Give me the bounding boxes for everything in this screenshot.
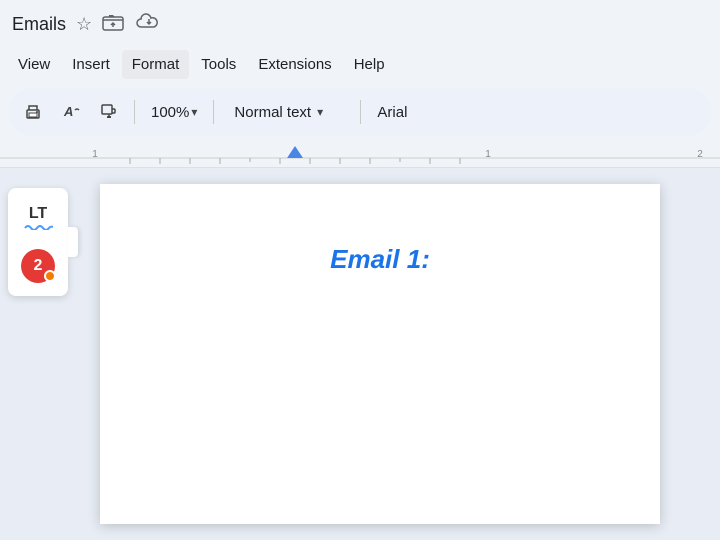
title-bar: Emails ☆	[0, 0, 720, 44]
font-name-selector[interactable]: Arial	[369, 100, 415, 125]
menu-tools[interactable]: Tools	[191, 50, 246, 79]
svg-text:1: 1	[92, 149, 98, 160]
menu-format[interactable]: Format	[122, 50, 190, 79]
document-area: LT 2 Email 1:	[0, 168, 720, 540]
print-button[interactable]	[16, 95, 50, 129]
lt-label: LT	[29, 206, 47, 222]
notification-button[interactable]: 2	[16, 244, 60, 288]
zoom-dropdown-arrow: ▾	[191, 105, 197, 119]
email-title: Email 1:	[160, 244, 600, 275]
svg-text:1: 1	[485, 149, 491, 160]
toolbar-divider-1	[134, 100, 135, 124]
menu-insert[interactable]: Insert	[62, 50, 120, 79]
sidebar-panel: LT 2	[8, 188, 68, 296]
menu-help[interactable]: Help	[344, 50, 395, 79]
toolbar-divider-3	[360, 100, 361, 124]
text-style-dropdown-arrow: ▾	[317, 105, 323, 119]
document-page[interactable]: Email 1:	[100, 184, 660, 524]
sidebar-tab[interactable]	[68, 227, 78, 257]
menu-view[interactable]: View	[8, 50, 60, 79]
spellcheck-button[interactable]: A	[54, 95, 88, 129]
toolbar: A 100% ▾ Normal text ▾ Arial	[8, 88, 712, 136]
sidebar-left: LT 2	[8, 188, 68, 296]
text-style-selector[interactable]: Normal text ▾	[222, 100, 352, 125]
menu-bar: View Insert Format Tools Extensions Help	[0, 44, 720, 84]
svg-text:A: A	[63, 104, 73, 119]
star-icon[interactable]: ☆	[76, 14, 92, 35]
paint-format-button[interactable]	[92, 95, 126, 129]
ruler: 1 1 2	[0, 140, 720, 168]
lt-plugin-button[interactable]: LT	[16, 196, 60, 240]
folder-upload-icon[interactable]	[102, 13, 124, 36]
zoom-selector[interactable]: 100% ▾	[143, 100, 205, 125]
zoom-value: 100%	[151, 104, 189, 121]
text-style-value: Normal text	[234, 104, 311, 121]
svg-text:2: 2	[697, 149, 703, 160]
notification-dot	[44, 270, 56, 282]
document-title: Emails	[12, 14, 66, 35]
cloud-icon[interactable]	[134, 13, 160, 36]
toolbar-divider-2	[213, 100, 214, 124]
lt-waves-icon	[23, 222, 53, 230]
menu-extensions[interactable]: Extensions	[248, 50, 341, 79]
